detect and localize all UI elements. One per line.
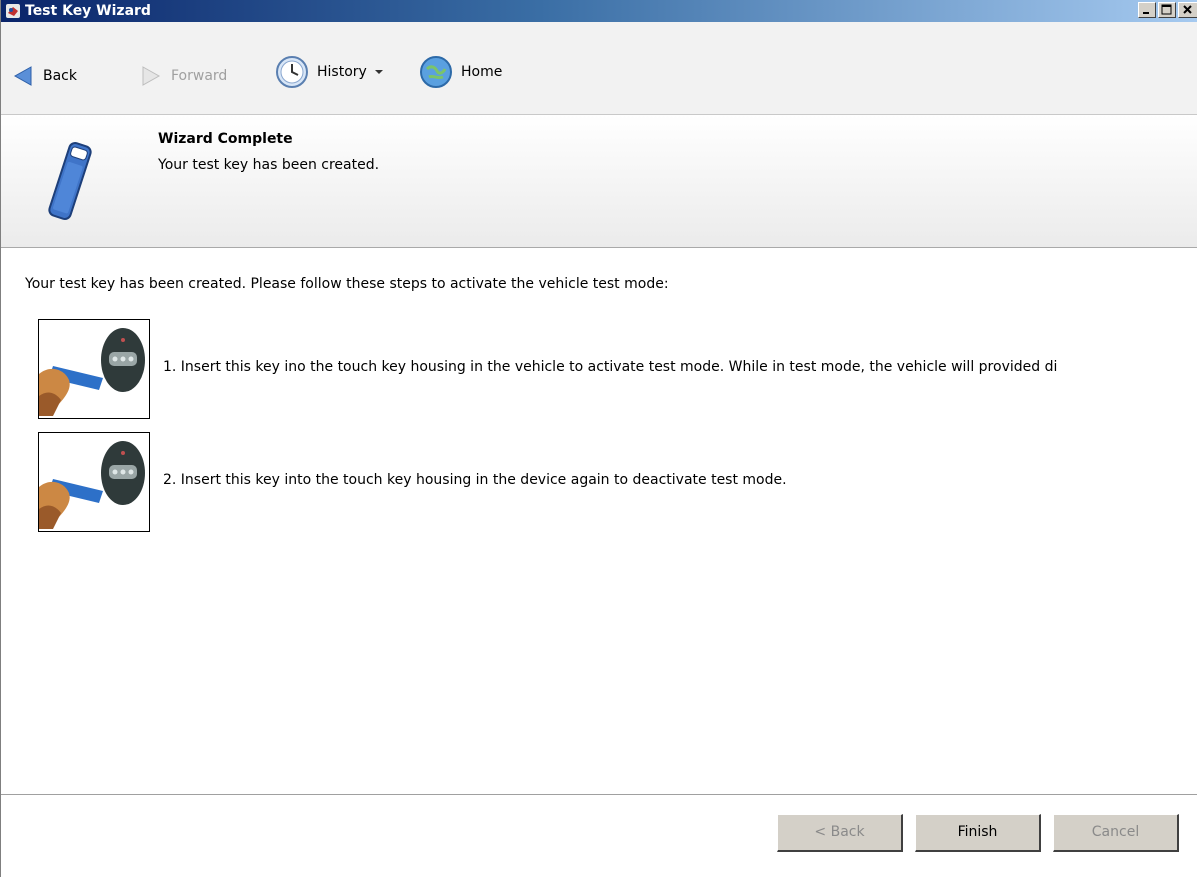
- back-nav-button[interactable]: Back: [11, 64, 77, 88]
- intro-text: Your test key has been created. Please f…: [25, 276, 669, 292]
- close-icon: [1183, 5, 1192, 14]
- finish-button[interactable]: Finish: [915, 814, 1041, 852]
- maximize-icon: [1161, 4, 1172, 15]
- app-icon: [6, 4, 20, 18]
- back-arrow-icon: [13, 66, 32, 86]
- step-image: [38, 432, 150, 532]
- header-subtitle: Your test key has been created.: [158, 157, 380, 173]
- step-text: 1. Insert this key ino the touch key hou…: [163, 359, 1058, 375]
- key-insert-illustration: [39, 433, 149, 531]
- history-nav-button[interactable]: History: [275, 56, 385, 88]
- maximize-button[interactable]: [1158, 2, 1176, 18]
- step-row: 2. Insert this key into the touch key ho…: [38, 432, 1197, 534]
- key-insert-illustration: [39, 320, 149, 418]
- cancel-button[interactable]: Cancel: [1053, 814, 1179, 852]
- step-image: [38, 319, 150, 419]
- history-nav-label: History: [317, 64, 367, 80]
- footer-separator: [1, 794, 1197, 796]
- globe-icon: [420, 56, 452, 88]
- forward-nav-button[interactable]: Forward: [139, 64, 227, 88]
- header-title: Wizard Complete: [158, 131, 293, 147]
- minimize-button[interactable]: [1138, 2, 1156, 18]
- close-button[interactable]: [1178, 2, 1197, 18]
- home-nav-button[interactable]: Home: [419, 56, 503, 88]
- window-title: Test Key Wizard: [25, 3, 151, 19]
- test-key-icon: [48, 142, 92, 220]
- step-text: 2. Insert this key into the touch key ho…: [163, 472, 787, 488]
- home-nav-label: Home: [461, 64, 503, 80]
- wizard-header: Wizard Complete Your test key has been c…: [1, 114, 1197, 248]
- minimize-icon: [1143, 12, 1149, 14]
- back-nav-label: Back: [43, 68, 77, 84]
- step-row: 1. Insert this key ino the touch key hou…: [38, 319, 1197, 421]
- forward-arrow-icon: [142, 66, 161, 86]
- wizard-window: Test Key Wizard Back Forward History Hom…: [0, 0, 1197, 877]
- forward-nav-label: Forward: [171, 68, 228, 84]
- back-button[interactable]: < Back: [777, 814, 903, 852]
- clock-icon: [276, 56, 308, 88]
- title-bar[interactable]: Test Key Wizard: [1, 0, 1197, 22]
- dropdown-arrow-icon: [374, 70, 383, 74]
